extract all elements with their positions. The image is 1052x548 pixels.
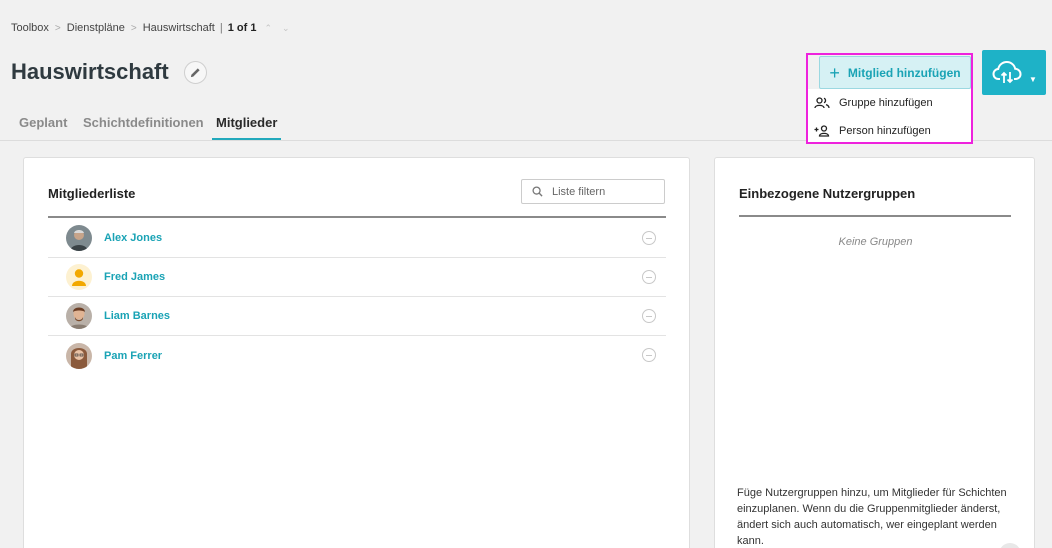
- member-row: Pam Ferrer: [48, 336, 666, 375]
- avatar: [66, 264, 92, 290]
- tab-mitglieder[interactable]: Mitglieder: [212, 115, 282, 140]
- next-record-icon[interactable]: ⌄: [282, 23, 290, 34]
- groups-card-title: Einbezogene Nutzergruppen: [739, 186, 916, 201]
- breadcrumb: Toolbox > Dienstpläne > Hauswirtschaft |…: [11, 22, 290, 34]
- groups-card: Einbezogene Nutzergruppen Keine Gruppen …: [714, 157, 1035, 548]
- chevron-down-icon: ▼: [1029, 75, 1037, 84]
- members-card-title: Mitgliederliste: [48, 186, 136, 201]
- avatar: [66, 342, 92, 369]
- plus-icon: +: [829, 62, 840, 83]
- filter-input[interactable]: [552, 185, 652, 198]
- search-icon: [532, 186, 543, 197]
- member-row: Alex Jones: [48, 219, 666, 258]
- tab-schichtdefinitionen[interactable]: Schichtdefinitionen: [83, 115, 204, 138]
- cloud-sync-button[interactable]: ▼: [982, 50, 1046, 95]
- members-card: Mitgliederliste Alex Jones: [23, 157, 690, 548]
- groups-divider: [739, 215, 1011, 217]
- list-divider: [48, 216, 666, 218]
- add-person-menu-item[interactable]: Person hinzufügen: [814, 125, 931, 137]
- avatar: [66, 303, 92, 329]
- remove-member-icon[interactable]: [642, 309, 656, 323]
- member-name-link[interactable]: Liam Barnes: [104, 310, 170, 322]
- empty-groups-text: Keine Gruppen: [838, 236, 913, 248]
- add-person-label: Person hinzufügen: [839, 125, 931, 137]
- add-member-dropdown: Gruppe hinzufügen Person hinzufügen: [808, 89, 971, 144]
- breadcrumb-item-current: Hauswirtschaft: [142, 22, 215, 34]
- member-name-link[interactable]: Pam Ferrer: [104, 350, 162, 362]
- group-icon: [814, 97, 830, 109]
- breadcrumb-item-dienstplaene[interactable]: Dienstpläne: [67, 22, 125, 34]
- remove-member-icon[interactable]: [642, 231, 656, 245]
- breadcrumb-separator-icon: >: [54, 22, 61, 34]
- cloud-sync-icon: [992, 60, 1022, 83]
- breadcrumb-separator-icon: >: [130, 22, 137, 34]
- tab-geplant[interactable]: Geplant: [19, 115, 67, 138]
- remove-member-icon[interactable]: [642, 348, 656, 362]
- add-member-label: Mitglied hinzufügen: [847, 65, 961, 80]
- add-group-label: Gruppe hinzufügen: [839, 97, 933, 109]
- remove-member-icon[interactable]: [642, 270, 656, 284]
- member-name-link[interactable]: Alex Jones: [104, 232, 162, 244]
- add-group-menu-item[interactable]: Gruppe hinzufügen: [814, 97, 933, 109]
- breadcrumb-item-toolbox[interactable]: Toolbox: [11, 22, 49, 34]
- member-name-link[interactable]: Fred James: [104, 271, 165, 283]
- record-count: 1 of 1: [227, 22, 257, 34]
- page-title: Hauswirtschaft: [11, 59, 169, 84]
- avatar: [66, 225, 92, 251]
- pencil-icon: [190, 68, 200, 78]
- filter-field[interactable]: [521, 179, 665, 204]
- add-person-icon: [814, 125, 830, 137]
- add-member-button[interactable]: + Mitglied hinzufügen: [819, 56, 971, 89]
- member-row: Liam Barnes: [48, 297, 666, 336]
- edit-title-button[interactable]: [184, 61, 207, 84]
- previous-record-icon[interactable]: ⌃: [264, 23, 272, 34]
- member-row: Fred James: [48, 258, 666, 297]
- breadcrumb-divider: |: [219, 22, 223, 34]
- groups-hint-text: Füge Nutzergruppen hinzu, um Mitglieder …: [737, 487, 1007, 547]
